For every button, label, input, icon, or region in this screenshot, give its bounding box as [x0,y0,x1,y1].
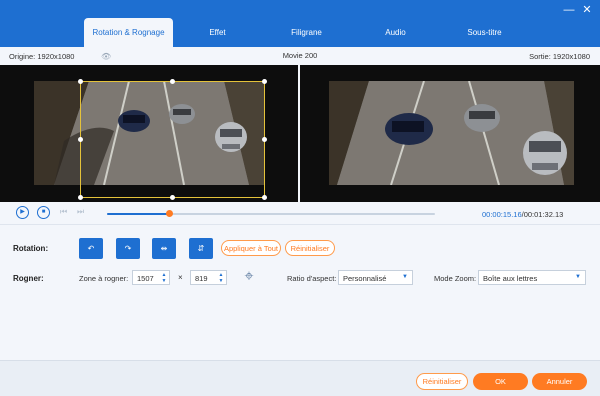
crop-width-stepper[interactable]: 1507 ▲ ▼ [132,270,170,285]
zoom-mode-value: Boîte aux lettres [483,274,538,283]
title-bar: Rotation & Rognage Effet Filigrane Audio… [0,0,600,47]
ok-button[interactable]: OK [473,373,528,390]
seek-progress [107,213,170,215]
crop-height-value[interactable]: 819 [195,274,208,283]
times-sign: × [178,273,183,282]
center-crop-icon[interactable]: ⌖ [239,267,259,287]
current-time: 00:00:15.16 [482,210,522,219]
crop-label: Rogner: [13,274,44,283]
crop-handle[interactable] [78,195,83,200]
crop-zone-label: Zone à rogner: [79,274,129,283]
chevron-down-icon: ▼ [575,274,581,280]
movie-title: Movie 200 [282,51,318,60]
close-icon[interactable]: ✕ [580,3,594,17]
time-display: 00:00:15.16/00:01:32.13 [482,210,563,219]
tab-rotation-crop[interactable]: Rotation & Rognage [84,18,173,47]
flip-horizontal-icon[interactable]: ⇹ [152,238,176,259]
output-preview [300,65,600,202]
info-bar: Origine: 1920x1080 👁 Movie 200 Sortie: 1… [0,47,600,65]
playback-controls: ▶ ■ ⏮ ⏭ 00:00:15.16/00:01:32.13 [0,202,600,224]
rotate-left-icon[interactable]: ↶ [79,238,103,259]
output-resolution: Sortie: 1920x1080 [529,52,590,61]
tab-bar: Rotation & Rognage Effet Filigrane Audio… [84,18,529,47]
footer-bar: Réinitialiser OK Annuler [0,360,600,396]
next-frame-icon[interactable]: ⏭ [77,207,84,217]
zoom-mode-select[interactable]: Boîte aux lettres ▼ [478,270,586,285]
cancel-button[interactable]: Annuler [532,373,587,390]
apply-all-button[interactable]: Appliquer à Tout [221,240,281,256]
tab-effect[interactable]: Effet [173,18,262,47]
aspect-ratio-value: Personnalisé [343,274,387,283]
aspect-ratio-select[interactable]: Personnalisé ▼ [338,270,413,285]
tab-watermark[interactable]: Filigrane [262,18,351,47]
flip-vertical-icon[interactable]: ⇵ [189,238,213,259]
reset-button[interactable]: Réinitialiser [416,373,468,390]
rotation-label: Rotation: [13,244,49,253]
rotation-reset-button[interactable]: Réinitialiser [285,240,335,256]
zoom-mode-label: Mode Zoom: [434,274,477,283]
tab-audio[interactable]: Audio [351,18,440,47]
previous-frame-icon[interactable]: ⏮ [60,207,67,217]
source-video-frame [34,81,264,185]
stop-icon[interactable]: ■ [37,206,50,219]
seek-handle[interactable] [166,210,174,217]
output-video-frame [329,81,574,185]
aspect-ratio-label: Ratio d'aspect: [287,274,337,283]
minimize-icon[interactable]: — [562,3,576,17]
source-preview[interactable] [0,65,298,202]
stepper-down-icon[interactable]: ▼ [160,278,168,284]
rotate-right-icon[interactable]: ↷ [116,238,140,259]
seek-bar[interactable] [107,210,435,217]
stepper-down-icon[interactable]: ▼ [217,278,225,284]
chevron-down-icon: ▼ [402,274,408,280]
divider [0,224,600,225]
crop-handle[interactable] [262,195,267,200]
crop-height-stepper[interactable]: 819 ▲ ▼ [190,270,227,285]
play-icon[interactable]: ▶ [16,206,29,219]
crop-width-value[interactable]: 1507 [137,274,154,283]
crop-handle[interactable] [170,195,175,200]
tab-subtitle[interactable]: Sous-titre [440,18,529,47]
total-time: /00:01:32.13 [521,210,564,219]
